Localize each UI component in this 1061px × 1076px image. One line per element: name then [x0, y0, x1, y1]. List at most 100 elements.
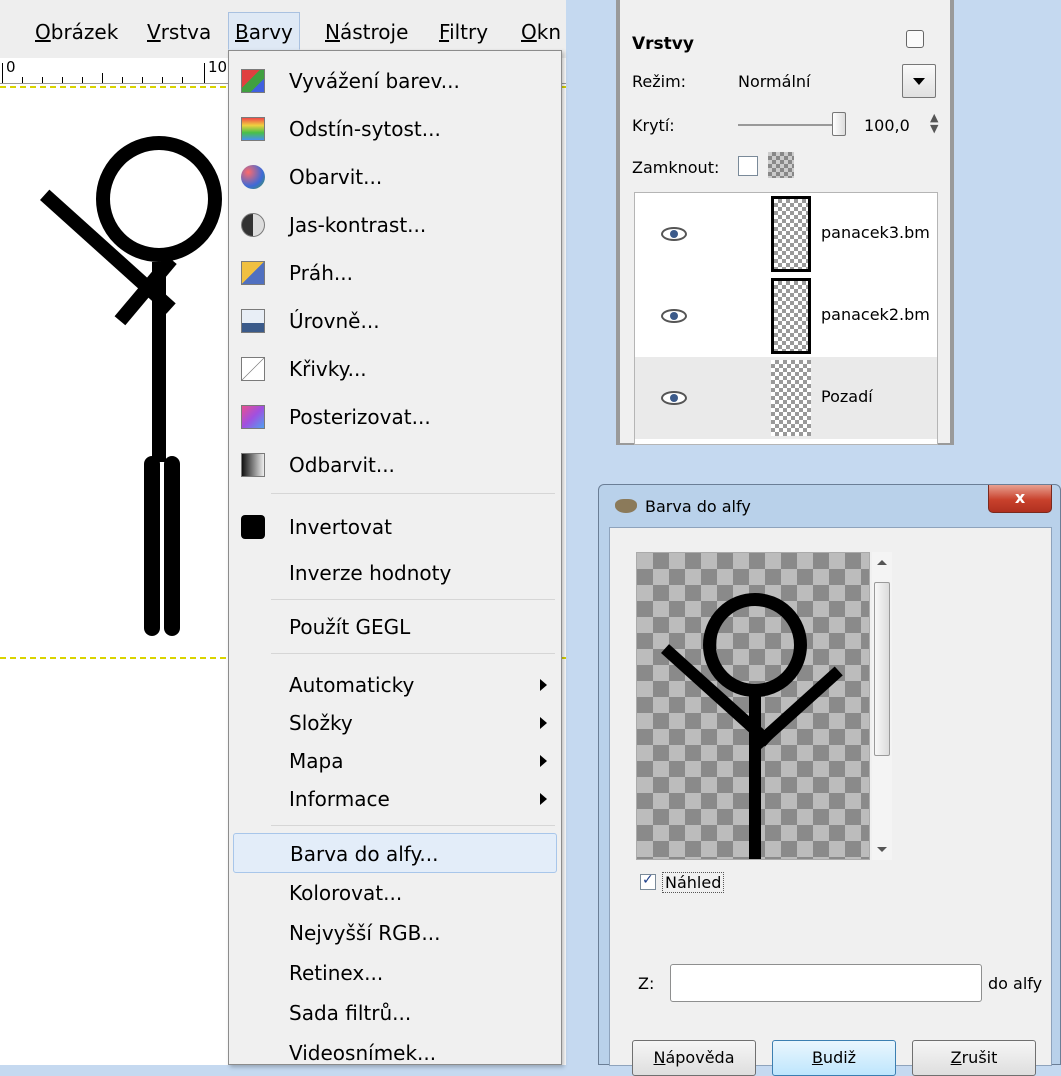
menu-item-label: Mapa — [289, 749, 344, 773]
close-button[interactable]: x — [988, 485, 1052, 513]
opacity-label: Krytí: — [632, 116, 675, 135]
menu-item-color-to-alpha[interactable]: Barva do alfy... — [233, 833, 557, 873]
menu-item-info[interactable]: Informace — [233, 779, 557, 819]
color-balance-icon — [241, 69, 265, 93]
desaturate-icon — [241, 453, 265, 477]
menu-item-label: Sada filtrů... — [289, 1001, 412, 1025]
menu-item-label: Invertovat — [289, 515, 392, 539]
menu-item-curves[interactable]: Křivky... — [233, 349, 557, 389]
submenu-arrow-icon — [540, 793, 547, 805]
opacity-slider-handle[interactable] — [832, 112, 846, 136]
menu-item-label: Složky — [289, 711, 353, 735]
menu-item-invert[interactable]: Invertovat — [233, 507, 557, 547]
dock-menu-icon[interactable] — [906, 30, 924, 48]
ruler-label: 0 — [6, 58, 16, 76]
scroll-up-icon[interactable] — [877, 560, 887, 565]
menu-item-video[interactable]: Videosnímek... — [233, 1033, 557, 1073]
layer-list: panacek3.bm panacek2.bm Pozadí — [634, 192, 938, 445]
menu-tools[interactable]: Nástroje — [318, 12, 415, 50]
layer-row[interactable]: Pozadí — [635, 357, 937, 439]
menu-item-max-rgb[interactable]: Nejvyšší RGB... — [233, 913, 557, 953]
opacity-spinner[interactable]: ▲ ▼ — [930, 112, 938, 134]
menu-colors[interactable]: Barvy — [228, 12, 300, 50]
menu-item-desaturate[interactable]: Odbarvit... — [233, 445, 557, 485]
mode-value: Normální — [738, 72, 811, 91]
lock-alpha-icon[interactable] — [768, 152, 794, 178]
menu-item-components[interactable]: Složky — [233, 703, 557, 743]
menu-item-label: Posterizovat... — [289, 405, 431, 429]
submenu-arrow-icon — [540, 755, 547, 767]
menu-separator — [271, 599, 555, 600]
mode-label: Režim: — [632, 72, 687, 91]
menu-item-threshold[interactable]: Práh... — [233, 253, 557, 293]
menu-separator — [271, 653, 555, 654]
colorize-icon — [241, 165, 265, 189]
ruler-label: 10 — [208, 58, 228, 76]
layer-thumbnail — [771, 360, 811, 436]
menu-item-label: Barva do alfy... — [290, 842, 439, 866]
brightness-contrast-icon — [241, 213, 265, 237]
color-picker-button[interactable] — [670, 964, 982, 1002]
menu-item-retinex[interactable]: Retinex... — [233, 953, 557, 993]
menu-item-hue-saturation[interactable]: Odstín-sytost... — [233, 109, 557, 149]
menu-item-label: Nejvyšší RGB... — [289, 921, 441, 945]
menu-item-label: Práh... — [289, 261, 353, 285]
menu-item-label: Obarvit... — [289, 165, 383, 189]
menu-filters[interactable]: Filtry — [432, 12, 495, 50]
help-button[interactable]: Nápověda — [632, 1040, 756, 1076]
menu-item-use-gegl[interactable]: Použít GEGL — [233, 607, 557, 647]
preview-label[interactable]: Náhled — [662, 872, 725, 893]
menu-item-value-invert[interactable]: Inverze hodnoty — [233, 553, 557, 593]
menu-item-colorify[interactable]: Kolorovat... — [233, 873, 557, 913]
menu-item-label: Křivky... — [289, 357, 367, 381]
eye-icon[interactable] — [661, 391, 687, 405]
layers-dock: Vrstvy Režim: Normální Krytí: 100,0 ▲ ▼ Z… — [616, 0, 954, 445]
cancel-button[interactable]: Zrušit — [912, 1040, 1036, 1076]
layers-title: Vrstvy — [632, 34, 694, 54]
preview-scrollbar[interactable] — [872, 552, 892, 860]
dialog-titlebar[interactable]: Barva do alfy x — [599, 485, 1060, 527]
menu-item-map[interactable]: Mapa — [233, 741, 557, 781]
chevron-down-icon — [913, 78, 925, 85]
layer-thumbnail — [771, 196, 811, 272]
menu-item-label: Automaticky — [289, 673, 415, 697]
layer-name: panacek3.bm — [821, 223, 930, 242]
opacity-value[interactable]: 100,0 — [864, 116, 910, 135]
eye-icon[interactable] — [661, 227, 687, 241]
menu-item-label: Jas-kontrast... — [289, 213, 427, 237]
lock-label: Zamknout: — [632, 158, 720, 177]
menu-item-label: Inverze hodnoty — [289, 561, 452, 585]
curves-icon — [241, 357, 265, 381]
menu-layer[interactable]: Vrstva — [140, 12, 218, 50]
eye-icon[interactable] — [661, 309, 687, 323]
menu-item-label: Informace — [289, 787, 390, 811]
preview-figure-head — [703, 593, 807, 697]
menu-item-filter-pack[interactable]: Sada filtrů... — [233, 993, 557, 1033]
ok-button[interactable]: Budiž — [772, 1040, 896, 1076]
scroll-down-icon[interactable] — [877, 847, 887, 852]
menu-item-label: Odstín-sytost... — [289, 117, 441, 141]
menu-item-levels[interactable]: Úrovně... — [233, 301, 557, 341]
lock-pixels-checkbox[interactable] — [738, 156, 758, 176]
menu-windows[interactable]: Okn — [514, 12, 566, 50]
layer-row[interactable]: panacek3.bm — [635, 193, 937, 275]
menu-item-auto[interactable]: Automaticky — [233, 665, 557, 705]
gimp-icon — [615, 499, 637, 513]
menu-image[interactable]: Obrázek — [28, 12, 125, 50]
menu-item-label: Úrovně... — [289, 309, 380, 333]
invert-icon — [241, 515, 265, 539]
opacity-slider-track[interactable] — [738, 124, 846, 126]
menu-item-posterize[interactable]: Posterizovat... — [233, 397, 557, 437]
hue-saturation-icon — [241, 117, 265, 141]
preview-area[interactable] — [636, 552, 870, 860]
menu-item-colorize[interactable]: Obarvit... — [233, 157, 557, 197]
menu-item-brightness-contrast[interactable]: Jas-kontrast... — [233, 205, 557, 245]
dialog-title: Barva do alfy — [645, 497, 751, 516]
layer-row[interactable]: panacek2.bm — [635, 275, 937, 357]
levels-icon — [241, 309, 265, 333]
scrollbar-thumb[interactable] — [874, 582, 890, 756]
mode-dropdown-button[interactable] — [902, 64, 936, 98]
submenu-arrow-icon — [540, 679, 547, 691]
menu-item-color-balance[interactable]: Vyvážení barev... — [233, 61, 557, 101]
preview-checkbox[interactable] — [640, 872, 656, 890]
